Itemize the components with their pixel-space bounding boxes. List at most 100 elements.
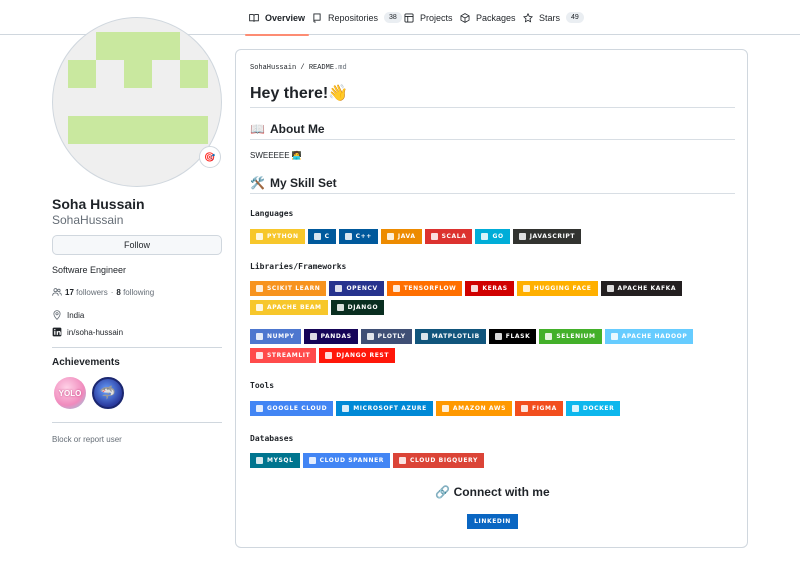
readme-crumb-user[interactable]: SohaHussain bbox=[250, 64, 296, 72]
scikit-learn-badge[interactable]: scikit learn bbox=[250, 281, 327, 296]
achievement-yolo-badge[interactable]: YOLO bbox=[54, 377, 86, 409]
opencv-badge[interactable]: OpenCV bbox=[329, 281, 384, 296]
selenium-logo-icon bbox=[545, 333, 553, 340]
tensorflow-badge-label: TensorFlow bbox=[403, 285, 457, 292]
linkedin-badge[interactable]: LinkedIn bbox=[467, 514, 518, 529]
tensorflow-logo-icon bbox=[392, 285, 400, 292]
django-rest-badge[interactable]: Django Rest bbox=[319, 348, 396, 363]
java-badge[interactable]: Java bbox=[380, 229, 422, 244]
avatar-pixel-block bbox=[124, 60, 152, 88]
keras-badge[interactable]: Keras bbox=[465, 281, 514, 296]
tab-projects[interactable]: Projects bbox=[404, 0, 453, 35]
numpy-logo-icon bbox=[256, 333, 263, 340]
follow-separator: · bbox=[110, 287, 114, 297]
skills-title: My Skill Set bbox=[269, 176, 337, 190]
pandas-badge[interactable]: Pandas bbox=[303, 329, 358, 344]
about-title: About Me bbox=[269, 122, 325, 136]
streamlit-badge[interactable]: Streamlit bbox=[250, 348, 317, 363]
java-logo-icon bbox=[386, 233, 394, 240]
apache-beam-badge-label: Apache Beam bbox=[267, 304, 322, 311]
c-badge[interactable]: C bbox=[307, 229, 336, 244]
streamlit-badge-label: Streamlit bbox=[267, 352, 311, 359]
c-badge-label: C++ bbox=[355, 233, 372, 240]
about-text: SWEEEEE 🧑‍💻 bbox=[250, 151, 302, 160]
linkedin-badge-label: LinkedIn bbox=[474, 518, 511, 525]
following-link[interactable]: 8 following bbox=[116, 288, 154, 297]
apache-beam-logo-icon bbox=[256, 304, 263, 311]
mysql-logo-icon bbox=[256, 457, 263, 464]
tab-repositories[interactable]: Repositories 38 bbox=[312, 0, 402, 35]
c-logo-icon bbox=[313, 233, 321, 240]
readme-breadcrumb: SohaHussain / README.md bbox=[250, 64, 347, 72]
docker-badge[interactable]: Docker bbox=[565, 401, 621, 416]
follow-stats: 17 followers · 8 following bbox=[52, 287, 154, 297]
tensorflow-badge[interactable]: TensorFlow bbox=[386, 281, 463, 296]
apache-kafka-badge-label: Apache Kafka bbox=[617, 285, 677, 292]
star-icon bbox=[523, 12, 533, 22]
sidebar-divider bbox=[52, 422, 222, 423]
amazon-aws-badge[interactable]: Amazon AWS bbox=[435, 401, 512, 416]
about-heading: 📖 About Me bbox=[250, 122, 325, 136]
hugging-face-badge[interactable]: Hugging Face bbox=[516, 281, 598, 296]
cloud-spanner-badge-label: Cloud Spanner bbox=[319, 457, 384, 464]
plotly-badge[interactable]: Plotly bbox=[360, 329, 412, 344]
apache-hadoop-badge[interactable]: Apache Hadoop bbox=[604, 329, 694, 344]
apache-hadoop-logo-icon bbox=[610, 333, 618, 340]
numpy-badge[interactable]: NumPy bbox=[250, 329, 301, 344]
c-badge[interactable]: C++ bbox=[338, 229, 378, 244]
linkedin-link[interactable]: in/soha-hussain bbox=[67, 328, 123, 337]
profile-login: SohaHussain bbox=[52, 213, 124, 227]
google-cloud-badge[interactable]: Google Cloud bbox=[250, 401, 334, 416]
block-report-link[interactable]: Block or report user bbox=[52, 435, 122, 444]
libraries-badges-row1: scikit learn OpenCV TensorFlow Keras Hugging… bbox=[250, 281, 683, 296]
python-badge[interactable]: Python bbox=[250, 229, 305, 244]
connect-heading: 🔗 Connect with me bbox=[236, 485, 749, 499]
target-emoji-icon: 🎯 bbox=[204, 151, 216, 162]
avatar-pixel-block bbox=[180, 60, 208, 88]
repositories-count: 38 bbox=[384, 12, 402, 23]
flask-badge[interactable]: Flask bbox=[488, 329, 537, 344]
opencv-badge-label: OpenCV bbox=[346, 285, 378, 292]
selenium-badge[interactable]: Selenium bbox=[539, 329, 602, 344]
mysql-badge[interactable]: MySQL bbox=[250, 453, 300, 468]
tab-stars[interactable]: Stars 49 bbox=[523, 0, 584, 35]
scala-badge[interactable]: Scala bbox=[424, 229, 473, 244]
java-badge-label: Java bbox=[397, 233, 416, 240]
avatar[interactable] bbox=[52, 17, 222, 187]
heading-rule bbox=[250, 139, 735, 140]
avatar-pixel-block bbox=[68, 116, 208, 144]
django-badge[interactable]: Django bbox=[330, 300, 385, 315]
tab-packages[interactable]: Packages bbox=[460, 0, 516, 35]
plotly-logo-icon bbox=[366, 333, 374, 340]
tab-overview[interactable]: Overview bbox=[244, 0, 310, 36]
figma-badge[interactable]: Figma bbox=[515, 401, 563, 416]
achievement-pull-shark-badge[interactable]: 🦈 bbox=[92, 377, 124, 409]
readme-crumb-file[interactable]: README bbox=[309, 64, 334, 72]
matplotlib-badge[interactable]: Matplotlib bbox=[414, 329, 486, 344]
javascript-badge[interactable]: JavaScript bbox=[512, 229, 582, 244]
cloud-spanner-badge[interactable]: Cloud Spanner bbox=[302, 453, 390, 468]
status-emoji-button[interactable]: 🎯 bbox=[199, 146, 221, 168]
microsoft-azure-badge[interactable]: Microsoft Azure bbox=[336, 401, 433, 416]
follow-button[interactable]: Follow bbox=[52, 235, 222, 255]
location-icon bbox=[53, 310, 61, 320]
avatar-pixel-block bbox=[96, 32, 180, 60]
python-logo-icon bbox=[256, 233, 263, 240]
scikit-learn-badge-label: scikit learn bbox=[267, 285, 321, 292]
followers-link[interactable]: 17 followers bbox=[65, 288, 108, 297]
go-badge[interactable]: Go bbox=[475, 229, 510, 244]
docker-logo-icon bbox=[571, 405, 579, 412]
matplotlib-badge-label: Matplotlib bbox=[431, 333, 480, 340]
go-logo-icon bbox=[481, 233, 489, 240]
javascript-badge-label: JavaScript bbox=[529, 233, 576, 240]
microsoft-azure-logo-icon bbox=[342, 405, 350, 412]
cloud-bigquery-badge[interactable]: Cloud BigQuery bbox=[393, 453, 484, 468]
skills-heading: 🛠️ My Skill Set bbox=[250, 176, 337, 190]
matplotlib-logo-icon bbox=[420, 333, 428, 340]
apache-kafka-badge[interactable]: Apache Kafka bbox=[600, 281, 683, 296]
tab-projects-label: Projects bbox=[420, 12, 453, 23]
pandas-logo-icon bbox=[309, 333, 317, 340]
apache-beam-badge[interactable]: Apache Beam bbox=[250, 300, 328, 315]
go-badge-label: Go bbox=[492, 233, 504, 240]
avatar-pixel-block bbox=[68, 60, 96, 88]
